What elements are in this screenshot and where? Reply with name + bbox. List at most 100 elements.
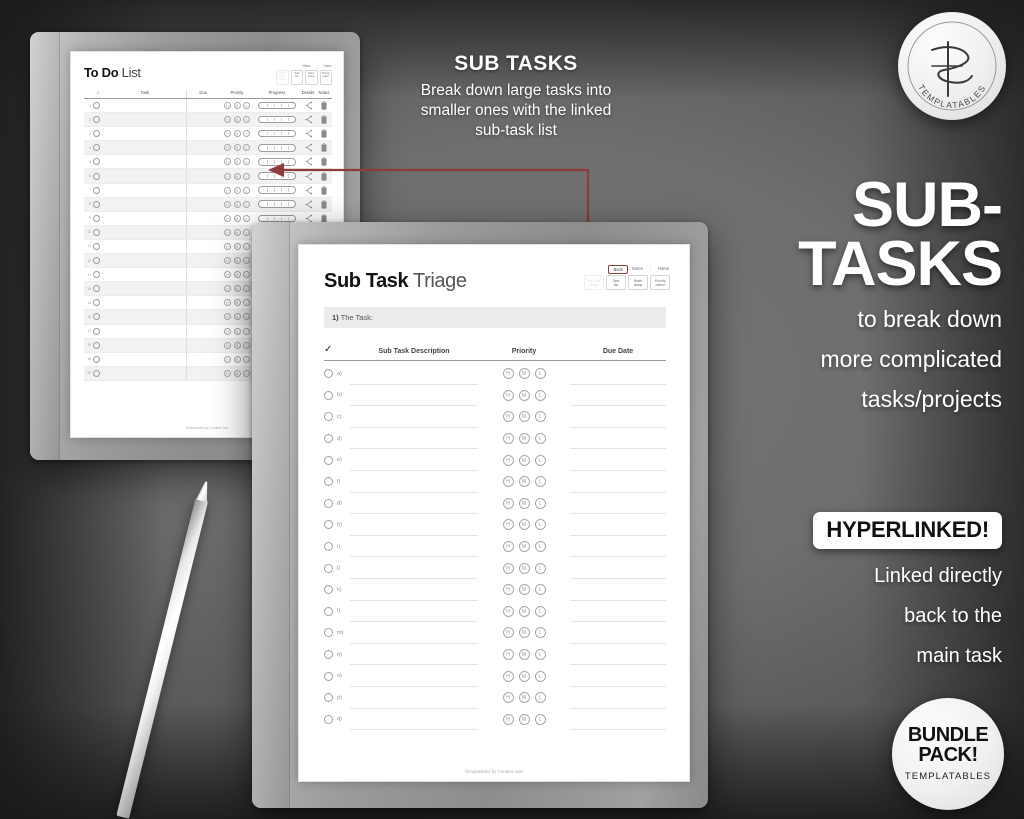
priority-m-icon[interactable]: M [233, 285, 241, 293]
priority-h-icon[interactable]: H [502, 454, 514, 466]
priority-h-icon[interactable]: H [224, 130, 231, 138]
subtask-due-date-field[interactable] [570, 665, 666, 687]
todo-row-due-field[interactable] [186, 352, 220, 367]
todo-row-due-field[interactable] [186, 211, 220, 226]
todo-row-due-field[interactable] [186, 140, 220, 156]
priority-l-icon[interactable]: L [243, 341, 250, 349]
priority-h-icon[interactable]: H [502, 476, 514, 488]
priority-h-icon[interactable]: H [224, 228, 231, 236]
priority-h-icon[interactable]: H [224, 186, 231, 194]
subtask-row[interactable]: a) H M L [324, 363, 666, 385]
checkbox-circle-icon[interactable] [93, 116, 100, 124]
subtask-row[interactable]: g) H M L [324, 493, 666, 515]
subtask-description-field[interactable] [350, 579, 478, 601]
priority-h-icon[interactable]: H [502, 584, 514, 596]
checkbox-circle-icon[interactable] [93, 158, 100, 166]
subtask-due-date-field[interactable] [570, 557, 666, 579]
progress-bar-icon[interactable] [258, 200, 296, 208]
todo-row-checkbox[interactable] [93, 338, 104, 353]
priority-l-icon[interactable]: L [243, 285, 250, 293]
todo-row-priority[interactable]: HML [220, 112, 254, 128]
priority-l-icon[interactable]: L [243, 242, 250, 250]
progress-bar-icon[interactable] [258, 186, 296, 194]
progress-bar-icon[interactable] [258, 144, 296, 152]
priority-m-icon[interactable]: M [518, 713, 530, 725]
subtask-priority-cell[interactable]: HML [478, 649, 570, 661]
subtask-row[interactable]: b) H M L [324, 385, 666, 407]
priority-l-icon[interactable]: L [534, 692, 546, 704]
todo-row-priority[interactable]: HML [220, 352, 254, 367]
todo-row-checkbox[interactable] [93, 309, 104, 325]
progress-bar-icon[interactable] [258, 101, 296, 110]
todo-row-task-field[interactable] [104, 197, 187, 212]
todo-row-checkbox[interactable] [93, 366, 104, 381]
priority-l-icon[interactable]: L [534, 713, 546, 725]
clipboard-icon[interactable] [321, 115, 327, 124]
subtask-description-field[interactable] [350, 557, 478, 579]
priority-m-icon[interactable]: M [518, 411, 530, 423]
share-link-icon[interactable] [304, 172, 313, 181]
todo-row-due-field[interactable] [186, 324, 220, 339]
todo-row-progress[interactable] [254, 126, 300, 142]
todo-row[interactable]: 1 HML [84, 98, 332, 114]
priority-m-icon[interactable]: M [233, 242, 241, 250]
checkbox-circle-icon[interactable] [93, 200, 100, 208]
todo-row-notes-link[interactable] [316, 197, 332, 212]
subtask-due-date-field[interactable] [570, 385, 666, 407]
subtask-row[interactable]: p) H M L [324, 687, 666, 709]
checkbox-circle-icon[interactable] [324, 412, 333, 422]
priority-l-icon[interactable]: L [243, 257, 250, 265]
subtask-due-date-field[interactable] [570, 709, 666, 731]
subtask-priority-cell[interactable]: HML [478, 562, 570, 574]
todo-row-checkbox[interactable] [93, 197, 104, 212]
todo-row[interactable]: 5 HML [84, 154, 332, 170]
subtask-row[interactable]: o) H M L [324, 665, 666, 687]
priority-m-icon[interactable]: M [518, 670, 530, 682]
todo-row-priority[interactable]: HML [220, 126, 254, 142]
priority-h-icon[interactable]: H [502, 433, 514, 445]
checkbox-circle-icon[interactable] [93, 102, 100, 110]
progress-bar-icon[interactable] [258, 129, 296, 138]
priority-h-icon[interactable]: H [502, 519, 514, 531]
todo-row-priority[interactable]: HML [220, 309, 254, 325]
priority-m-icon[interactable]: M [233, 214, 241, 222]
checkbox-circle-icon[interactable] [93, 285, 100, 293]
checkbox-circle-icon[interactable] [93, 186, 100, 194]
subtask-row[interactable]: q) H M L [324, 709, 666, 731]
priority-m-icon[interactable]: M [233, 341, 241, 349]
todo-row-task-field[interactable] [104, 239, 187, 255]
checkbox-circle-icon[interactable] [324, 671, 333, 681]
todo-row-notes-link[interactable] [316, 140, 332, 156]
todo-row[interactable]: 8 HML [84, 197, 332, 212]
progress-bar-icon[interactable] [258, 214, 296, 223]
todo-row-task-field[interactable] [104, 295, 187, 311]
subtask-description-field[interactable] [350, 665, 478, 687]
priority-l-icon[interactable]: L [534, 519, 546, 531]
subtask-row[interactable]: d) H M L [324, 428, 666, 450]
priority-m-icon[interactable]: M [518, 389, 530, 401]
priority-m-icon[interactable]: M [233, 158, 241, 166]
checkbox-circle-icon[interactable] [93, 257, 100, 265]
share-link-icon[interactable] [304, 157, 313, 166]
subtask-priority-cell[interactable]: HML [478, 692, 570, 704]
subtask-due-date-field[interactable] [570, 471, 666, 493]
subtask-due-date-field[interactable] [570, 406, 666, 428]
todo-row[interactable]: 3 HML [84, 126, 332, 142]
priority-h-icon[interactable]: H [224, 313, 231, 321]
priority-l-icon[interactable]: L [534, 411, 546, 423]
todo-row-priority[interactable]: HML [220, 154, 254, 170]
priority-l-icon[interactable]: L [243, 327, 250, 335]
priority-l-icon[interactable]: L [534, 605, 546, 617]
checkbox-circle-icon[interactable] [93, 327, 100, 335]
subtask-priority-cell[interactable]: HML [478, 389, 570, 401]
todo-row-task-field[interactable] [104, 168, 187, 184]
todo-row-due-field[interactable] [186, 267, 220, 283]
subtask-description-field[interactable] [350, 449, 478, 471]
checkbox-circle-icon[interactable] [93, 369, 100, 377]
todo-row-priority[interactable]: HML [220, 295, 254, 311]
priority-m-icon[interactable]: M [233, 200, 241, 208]
priority-m-icon[interactable]: M [233, 102, 241, 110]
priority-h-icon[interactable]: H [502, 368, 514, 380]
subtask-priority-cell[interactable]: HML [478, 433, 570, 445]
todo-row-details-link[interactable] [300, 154, 316, 170]
